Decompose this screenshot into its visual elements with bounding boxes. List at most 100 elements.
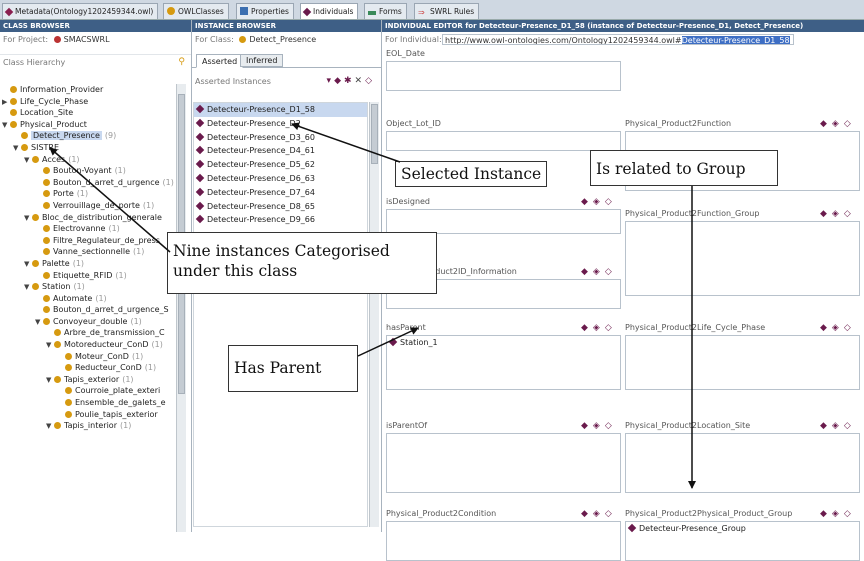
class-icon	[43, 271, 50, 279]
class-tree-label: Etiquette_RFID	[53, 270, 113, 280]
property-value-box[interactable]	[386, 521, 621, 561]
tab-bar: Metadata(Ontology1202459344.owl) OWLClas…	[0, 0, 864, 20]
tab-owlclasses[interactable]: OWLClasses	[163, 3, 229, 19]
collapse-icon[interactable]: ▼	[46, 340, 54, 351]
class-tree-item[interactable]: Bouton-Voyant (1)	[0, 165, 175, 177]
instance-list-item[interactable]: Detecteur-Presence_D4_61	[194, 144, 367, 158]
class-tree-item[interactable]: Bouton_d_arret_d_urgence_S	[0, 304, 175, 316]
individual-url-field[interactable]: http://www.owl-ontologies.com/Ontology12…	[442, 34, 794, 45]
property-value-box[interactable]	[625, 433, 860, 493]
class-tree-item[interactable]: Arbre_de_transmission_C	[0, 327, 175, 339]
instance-list-item[interactable]: Detecteur-Presence_D5_62	[194, 158, 367, 172]
asserted-instances-header: Asserted Instances ▾◆✱✕◇	[192, 74, 381, 89]
class-tree-item[interactable]: ▼ Convoyeur_double (1)	[0, 316, 175, 328]
property-value-box[interactable]	[386, 209, 621, 234]
class-tree-item[interactable]: Moteur_ConD (1)	[0, 351, 175, 363]
class-tree-item[interactable]: ▼ Tapis_exterior (1)	[0, 374, 175, 386]
class-tree-item[interactable]: Automate (1)	[0, 293, 175, 305]
class-tree-item[interactable]: ▼ Motoreducteur_ConD (1)	[0, 339, 175, 351]
class-tree-item[interactable]: Electrovanne (1)	[0, 223, 175, 235]
tab-properties[interactable]: Properties	[236, 3, 294, 19]
instance-list-item[interactable]: Detecteur-Presence_D2	[194, 117, 367, 131]
class-tree-item[interactable]: Location_Site	[0, 107, 175, 119]
collapse-icon[interactable]: ▼	[24, 282, 32, 293]
class-tree-item[interactable]: Ensemble_de_galets_e	[0, 397, 175, 409]
property-value-box[interactable]	[386, 61, 621, 91]
class-tree-item[interactable]: ▶ Life_Cycle_Phase	[0, 96, 175, 108]
class-icon	[43, 190, 50, 198]
property-value-box[interactable]	[386, 131, 621, 151]
scrollbar-thumb[interactable]	[371, 104, 378, 164]
property-value-box[interactable]	[625, 221, 860, 296]
collapse-icon[interactable]: ▼	[24, 155, 32, 166]
class-icon	[10, 120, 17, 128]
class-tree-item[interactable]: Information_Provider	[0, 84, 175, 96]
create-instance-icon[interactable]: ◆	[334, 76, 344, 86]
class-icon	[32, 213, 39, 221]
tab-individuals[interactable]: Individuals	[300, 3, 359, 19]
collapse-icon[interactable]: ▼	[24, 213, 32, 224]
class-tree-item[interactable]: ▼ Station (1)	[0, 281, 175, 293]
class-tree-item[interactable]: Poulie_tapis_exterior	[0, 409, 175, 421]
collapse-icon[interactable]: ▼	[46, 421, 54, 432]
property-value-box[interactable]	[386, 433, 621, 493]
property-value[interactable]: Detecteur-Presence_Group	[626, 522, 859, 535]
property-value-box[interactable]: Detecteur-Presence_Group	[625, 521, 860, 561]
instance-list-item[interactable]: Detecteur-Presence_D6_63	[194, 172, 367, 186]
class-tree-item[interactable]: Reducteur_ConD (1)	[0, 362, 175, 374]
class-tree-label: Reducteur_ConD	[75, 363, 142, 373]
class-tree-label: Electrovanne	[53, 224, 106, 234]
class-tree-item[interactable]: ▼ SISTRE	[0, 142, 175, 154]
class-tree-scrollbar[interactable]	[176, 84, 186, 532]
tab-metadata[interactable]: Metadata(Ontology1202459344.owl)	[2, 3, 159, 19]
class-tree-item[interactable]: Courroie_plate_exteri	[0, 385, 175, 397]
expand-icon[interactable]: ▶	[2, 97, 10, 108]
collapse-icon[interactable]: ▼	[35, 317, 43, 328]
tab-inferred[interactable]: Inferred	[240, 54, 284, 67]
delete-instance-icon[interactable]: ✕	[355, 76, 366, 86]
collapse-icon[interactable]: ▼	[2, 120, 10, 131]
class-hierarchy-label: Class Hierarchy ⚲	[0, 54, 191, 69]
callout-selected-instance: Selected Instance	[395, 161, 548, 187]
class-tree-item[interactable]: ▼ Physical_Product	[0, 119, 175, 131]
instance-list-item[interactable]: Detecteur-Presence_D7_64	[194, 186, 367, 200]
ontology-icon	[4, 7, 14, 17]
property-field: isDesigned	[386, 195, 621, 234]
class-row: For Class: Detect_Presence	[195, 35, 317, 44]
class-tree-item[interactable]: Vanne_sectionnelle (1)	[0, 246, 175, 258]
instance-list-item[interactable]: Detecteur-Presence_D1_58	[194, 103, 367, 117]
class-tree-item[interactable]: Filtre_Regulateur_de_press	[0, 235, 175, 247]
class-tree-item[interactable]: Etiquette_RFID (1)	[0, 270, 175, 282]
class-tree-item[interactable]: ▼ Tapis_interior (1)	[0, 420, 175, 432]
class-icon	[21, 132, 28, 140]
instance-list-item[interactable]: Detecteur-Presence_D8_65	[194, 200, 367, 214]
collapse-icon[interactable]: ▼	[13, 143, 21, 154]
class-tree-label: Automate	[53, 293, 93, 303]
tab-asserted[interactable]: Asserted	[196, 54, 244, 68]
add-class-icon[interactable]: ⚲	[178, 55, 185, 69]
class-tree-item[interactable]: ▼ Bloc_de_distribution_generale	[0, 212, 175, 224]
property-value[interactable]: Station_1	[387, 336, 620, 349]
class-tree-item[interactable]: Porte (1)	[0, 188, 175, 200]
property-value-box[interactable]: Station_1	[386, 335, 621, 390]
copy-instance-icon[interactable]: ✱	[344, 76, 355, 86]
collapse-icon[interactable]: ▼	[24, 259, 32, 270]
collapse-icon[interactable]: ▼	[46, 375, 54, 386]
individual-icon	[195, 173, 205, 183]
class-tree-item[interactable]: Detect_Presence (9)	[0, 130, 175, 142]
class-icon	[43, 225, 50, 233]
instance-list-scrollbar[interactable]	[369, 102, 379, 527]
property-value-box[interactable]	[625, 335, 860, 390]
class-tree-item[interactable]: ▼ Acces (1)	[0, 154, 175, 166]
dropdown-icon[interactable]: ▾	[327, 76, 335, 86]
tab-swrl-rules[interactable]: ⇒ SWRL Rules	[414, 3, 480, 19]
class-tree-item[interactable]: Verrouillage_de_porte (1)	[0, 200, 175, 212]
edit-instance-icon[interactable]: ◇	[365, 76, 375, 86]
instance-list-item[interactable]: Detecteur-Presence_D9_66	[194, 213, 367, 227]
instance-count: (1)	[122, 374, 134, 384]
class-tree-label: Motoreducteur_ConD	[64, 340, 149, 350]
instance-list-item[interactable]: Detecteur-Presence_D3_60	[194, 131, 367, 145]
tab-forms[interactable]: Forms	[364, 3, 407, 19]
class-tree-item[interactable]: Bouton_d_arret_d_urgence (1)	[0, 177, 175, 189]
class-tree-item[interactable]: ▼ Palette (1)	[0, 258, 175, 270]
